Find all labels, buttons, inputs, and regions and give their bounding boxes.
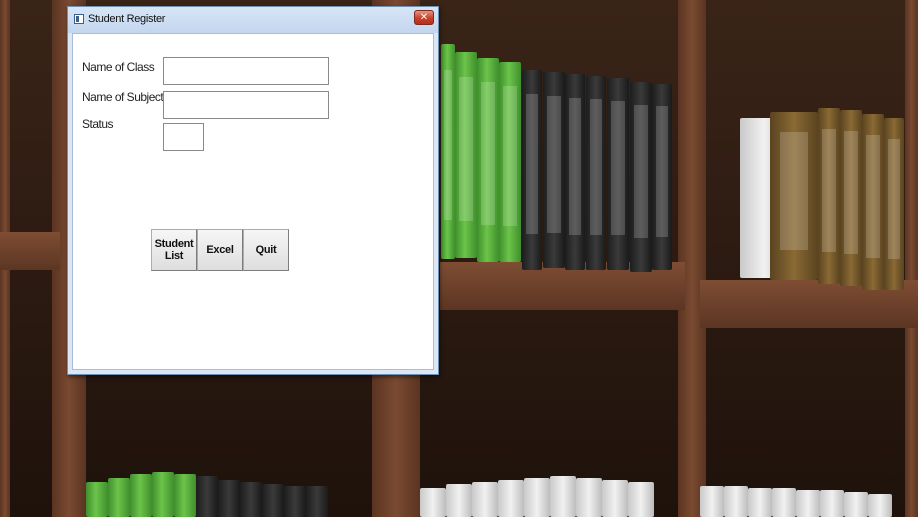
window-app-icon[interactable] <box>74 14 84 24</box>
subject-name-input[interactable] <box>163 91 329 119</box>
class-name-input[interactable] <box>163 57 329 85</box>
student-register-window: Student Register ✕ Name of Class Name of… <box>67 6 439 375</box>
status-label: Status <box>82 117 114 131</box>
class-label: Name of Class <box>82 60 155 74</box>
excel-button[interactable]: Excel <box>197 229 243 271</box>
window-title: Student Register <box>88 13 166 25</box>
status-input[interactable] <box>163 123 204 151</box>
form-client-area: Name of Class Name of Subject Status Stu… <box>72 33 434 370</box>
student-list-button[interactable]: Student List <box>151 229 197 271</box>
close-button[interactable]: ✕ <box>414 10 434 25</box>
subject-label: Name of Subject <box>82 90 164 104</box>
window-titlebar[interactable]: Student Register ✕ <box>68 7 438 33</box>
quit-button[interactable]: Quit <box>243 229 289 271</box>
close-icon: ✕ <box>419 12 429 23</box>
